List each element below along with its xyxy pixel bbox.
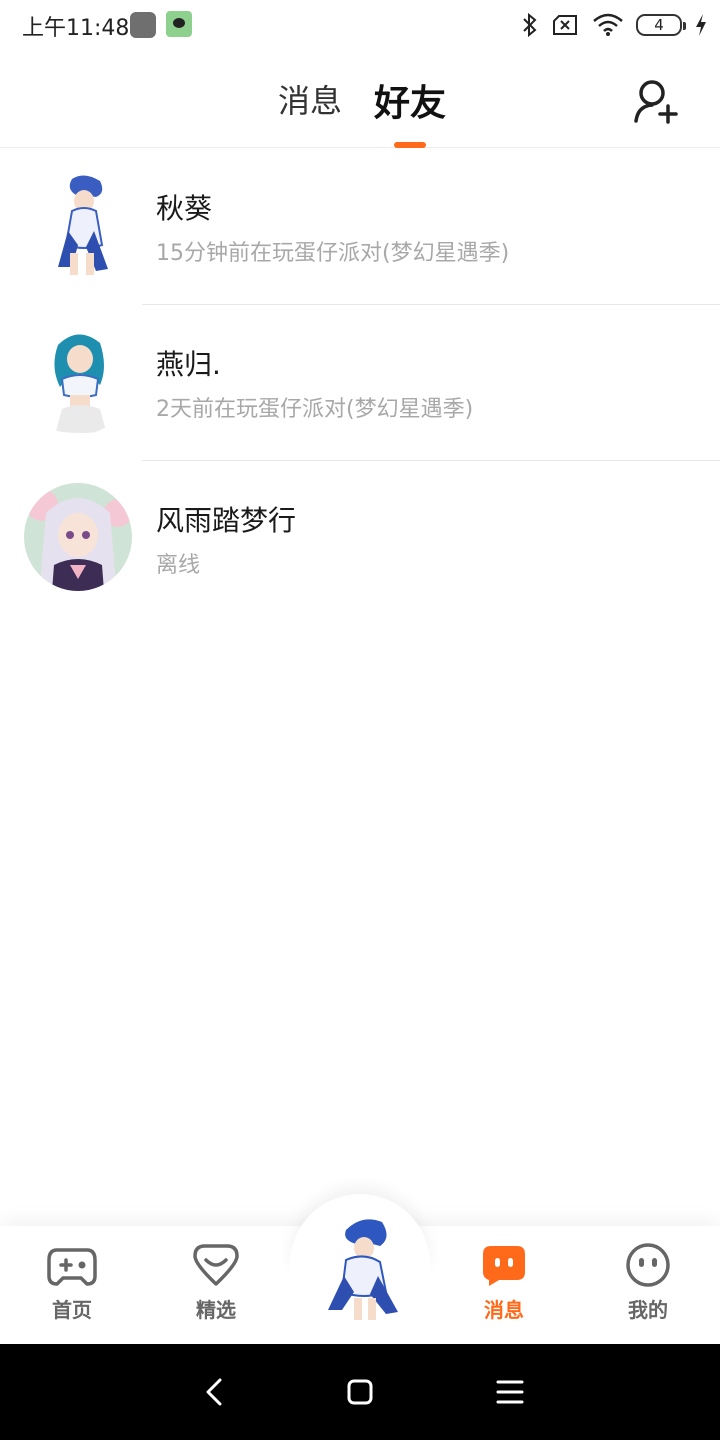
status-bar: 上午11:48 4 <box>0 0 720 50</box>
top-header: 消息 好友 <box>0 50 720 148</box>
status-time: 上午11:48 <box>22 16 130 41</box>
friend-name: 风雨踏梦行 <box>156 504 297 537</box>
friend-name: 秋葵 <box>156 192 213 225</box>
wifi-icon <box>592 13 624 37</box>
system-nav-bar <box>0 1344 720 1440</box>
tab-friends[interactable]: 好友 <box>374 74 446 126</box>
tab-messages[interactable]: 消息 <box>278 76 342 122</box>
game-notification-icon <box>166 11 192 37</box>
heart-badge-icon <box>191 1242 241 1288</box>
nav-me[interactable]: 我的 <box>598 1242 698 1326</box>
battery-level: 4 <box>654 16 664 34</box>
avatar <box>24 483 132 591</box>
face-icon <box>623 1242 673 1288</box>
nav-featured[interactable]: 精选 <box>166 1242 266 1326</box>
friend-name: 燕归. <box>156 348 221 381</box>
charging-icon <box>694 13 708 37</box>
chat-icon <box>479 1242 529 1288</box>
friend-item[interactable]: 秋葵 15分钟前在玩蛋仔派对(梦幻星遇季) <box>0 149 720 305</box>
add-user-icon[interactable] <box>632 76 682 126</box>
friend-item[interactable]: 燕归. 2天前在玩蛋仔派对(梦幻星遇季) <box>0 305 720 461</box>
nav-label: 精选 <box>196 1298 236 1322</box>
app-notification-icon <box>130 12 156 38</box>
nav-label: 我的 <box>628 1298 668 1322</box>
friend-list: 秋葵 15分钟前在玩蛋仔派对(梦幻星遇季) 燕归. 2天前在玩蛋仔派对(梦幻星遇… <box>0 149 720 617</box>
friend-status: 离线 <box>156 553 201 578</box>
nav-label: 消息 <box>484 1298 524 1322</box>
nav-home[interactable]: 首页 <box>22 1242 122 1326</box>
friend-status: 2天前在玩蛋仔派对(梦幻星遇季) <box>156 397 474 422</box>
character-avatar-icon[interactable] <box>306 1210 414 1326</box>
friend-status: 15分钟前在玩蛋仔派对(梦幻星遇季) <box>156 241 510 266</box>
battery-icon: 4 <box>636 14 686 36</box>
avatar <box>24 327 132 435</box>
back-icon[interactable] <box>194 1372 234 1412</box>
avatar <box>24 171 132 279</box>
nav-label: 首页 <box>52 1298 92 1322</box>
friend-item[interactable]: 风雨踏梦行 离线 <box>0 461 720 617</box>
active-tab-indicator <box>394 142 426 148</box>
nav-messages[interactable]: 消息 <box>454 1242 554 1326</box>
menu-icon[interactable] <box>490 1372 530 1412</box>
bluetooth-icon <box>520 12 540 38</box>
sim-off-icon <box>552 14 580 36</box>
gamepad-icon <box>47 1242 97 1288</box>
home-icon[interactable] <box>340 1372 380 1412</box>
